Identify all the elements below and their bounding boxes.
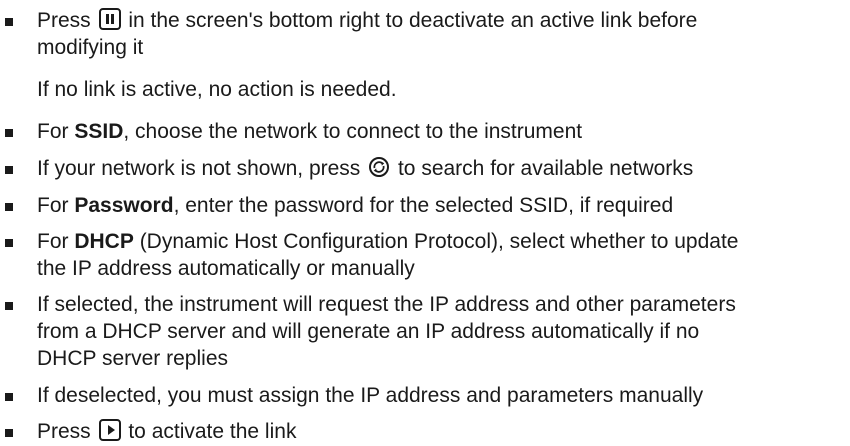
text-fragment: , choose the network to connect to the i… <box>123 120 583 143</box>
text-fragment: If selected, the instrument will request… <box>37 293 736 316</box>
list-item-text: For SSID, choose the network to connect … <box>37 118 840 145</box>
bullet <box>5 203 13 211</box>
list-item-text: For DHCP (Dynamic Host Configuration Pro… <box>37 228 840 282</box>
term-password: Password <box>74 194 174 217</box>
bullet <box>5 166 13 174</box>
instruction-document: Press in the screen's bottom right to de… <box>0 0 850 446</box>
text-fragment: For <box>37 120 75 143</box>
bullet <box>5 18 13 26</box>
list-item-text: Press to activate the link <box>37 418 840 445</box>
term-ssid: SSID <box>74 120 124 143</box>
bullet <box>5 429 13 437</box>
bullet <box>5 393 13 401</box>
text-fragment: Press <box>37 9 97 32</box>
text-fragment: from a DHCP server and will generate an … <box>37 320 700 343</box>
text-fragment: For <box>37 194 75 217</box>
text-fragment: Press <box>37 420 97 443</box>
text-fragment: For <box>37 230 75 253</box>
list-item-text: If selected, the instrument will request… <box>37 291 840 372</box>
text-fragment: to activate the link <box>122 420 297 443</box>
list-item-text: Press in the screen's bottom right to de… <box>37 7 840 61</box>
text-fragment: in the screen's bottom right to deactiva… <box>122 9 698 32</box>
note-text: If no link is active, no action is neede… <box>37 78 397 101</box>
bullet <box>5 129 13 137</box>
list-item-text: If your network is not shown, press to s… <box>37 155 840 182</box>
play-icon <box>98 419 121 442</box>
text-fragment: DHCP server replies <box>37 347 228 370</box>
list-item-text: If deselected, you must assign the IP ad… <box>37 384 704 407</box>
pause-icon <box>98 8 121 31</box>
bullet <box>5 239 13 247</box>
term-dhcp: DHCP <box>74 230 134 253</box>
refresh-icon <box>369 157 390 178</box>
text-fragment: the IP address automatically or manually <box>37 257 415 280</box>
text-fragment: , enter the password for the selected SS… <box>173 194 674 217</box>
text-fragment: (Dynamic Host Configuration Protocol), s… <box>133 230 739 253</box>
text-fragment: to search for available networks <box>392 157 694 180</box>
text-fragment: If your network is not shown, press <box>37 157 367 180</box>
list-item-text: For Password, enter the password for the… <box>37 192 840 219</box>
text-fragment: modifying it <box>37 36 144 59</box>
bullet <box>5 302 13 310</box>
